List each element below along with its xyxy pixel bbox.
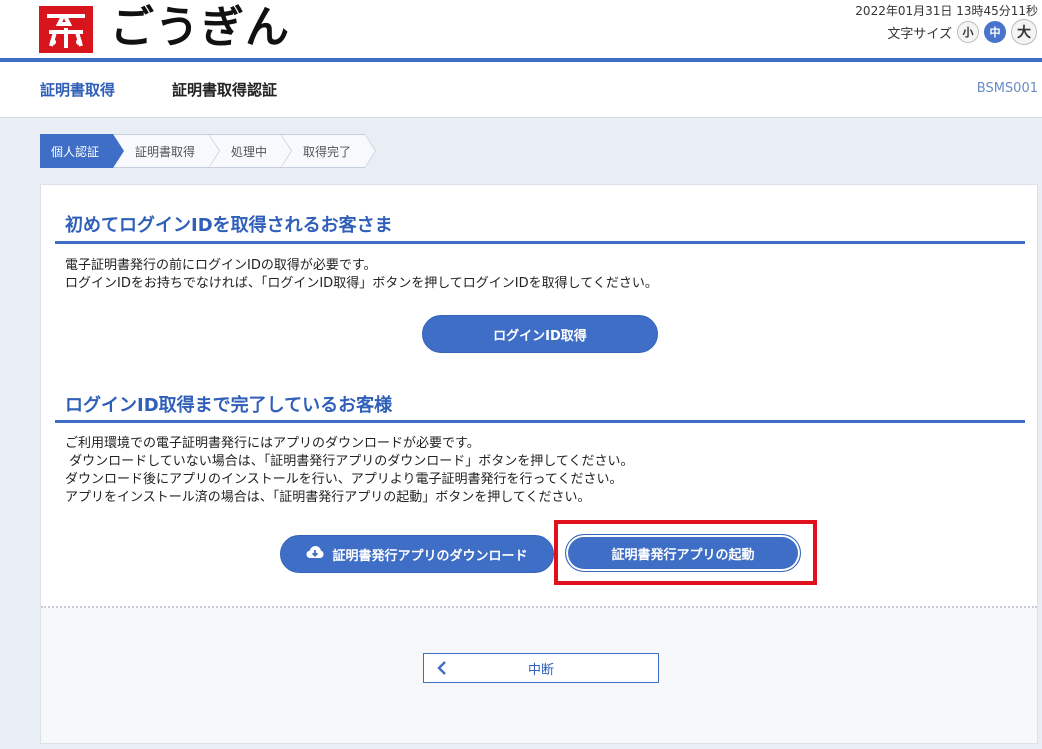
get-login-id-button[interactable]: ログインID取得 [422,315,658,353]
step-personal-auth: 個人認証 [40,134,125,168]
bank-logo-text: ごうぎん [110,2,290,53]
section1-title: 初めてログインIDを取得されるお客さま [65,215,393,236]
cloud-download-icon [306,545,324,563]
screen-code: BSMS001 [976,81,1038,96]
main-card: 初めてログインIDを取得されるお客さま 電子証明書発行の前にログインIDの取得が… [40,184,1038,744]
step-get-certificate: 証明書取得 [113,134,221,168]
bank-logo-icon [39,6,93,53]
step-complete: 取得完了 [281,134,377,168]
progress-steps: 個人認証 証明書取得 処理中 取得完了 [40,134,377,168]
section-title: 証明書取得 [40,81,116,99]
cancel-button[interactable]: 中断 [423,653,659,683]
footer-divider [41,606,1037,608]
launch-app-button[interactable]: 証明書発行アプリの起動 [565,534,801,572]
download-app-button[interactable]: 証明書発行アプリのダウンロード [280,535,554,573]
chevron-left-icon [437,661,446,675]
site-header: ごうぎん 2022年01月31日 13時45分11秒 文字サイズ 小 中 大 [0,0,1042,58]
font-size-label: 文字サイズ [887,26,952,42]
section2-title: ログインID取得まで完了しているお客様 [65,395,393,416]
font-size-medium-button[interactable]: 中 [984,21,1006,43]
font-size-small-button[interactable]: 小 [957,21,979,43]
current-datetime: 2022年01月31日 13時45分11秒 [855,4,1038,18]
page-title: 証明書取得認証 [172,81,278,99]
font-size-large-button[interactable]: 大 [1011,19,1037,45]
title-bar: 証明書取得 証明書取得認証 BSMS001 [0,62,1042,118]
font-size-switcher: 文字サイズ 小 中 大 [887,19,1037,45]
section1-text: 電子証明書発行の前にログインIDの取得が必要です。 ログインIDをお持ちでなけれ… [65,258,658,291]
section2-text: ご利用環境での電子証明書発行にはアプリのダウンロードが必要です。 ダウンロードし… [65,436,634,505]
section1-divider [55,241,1025,244]
section2-divider [55,420,1025,423]
